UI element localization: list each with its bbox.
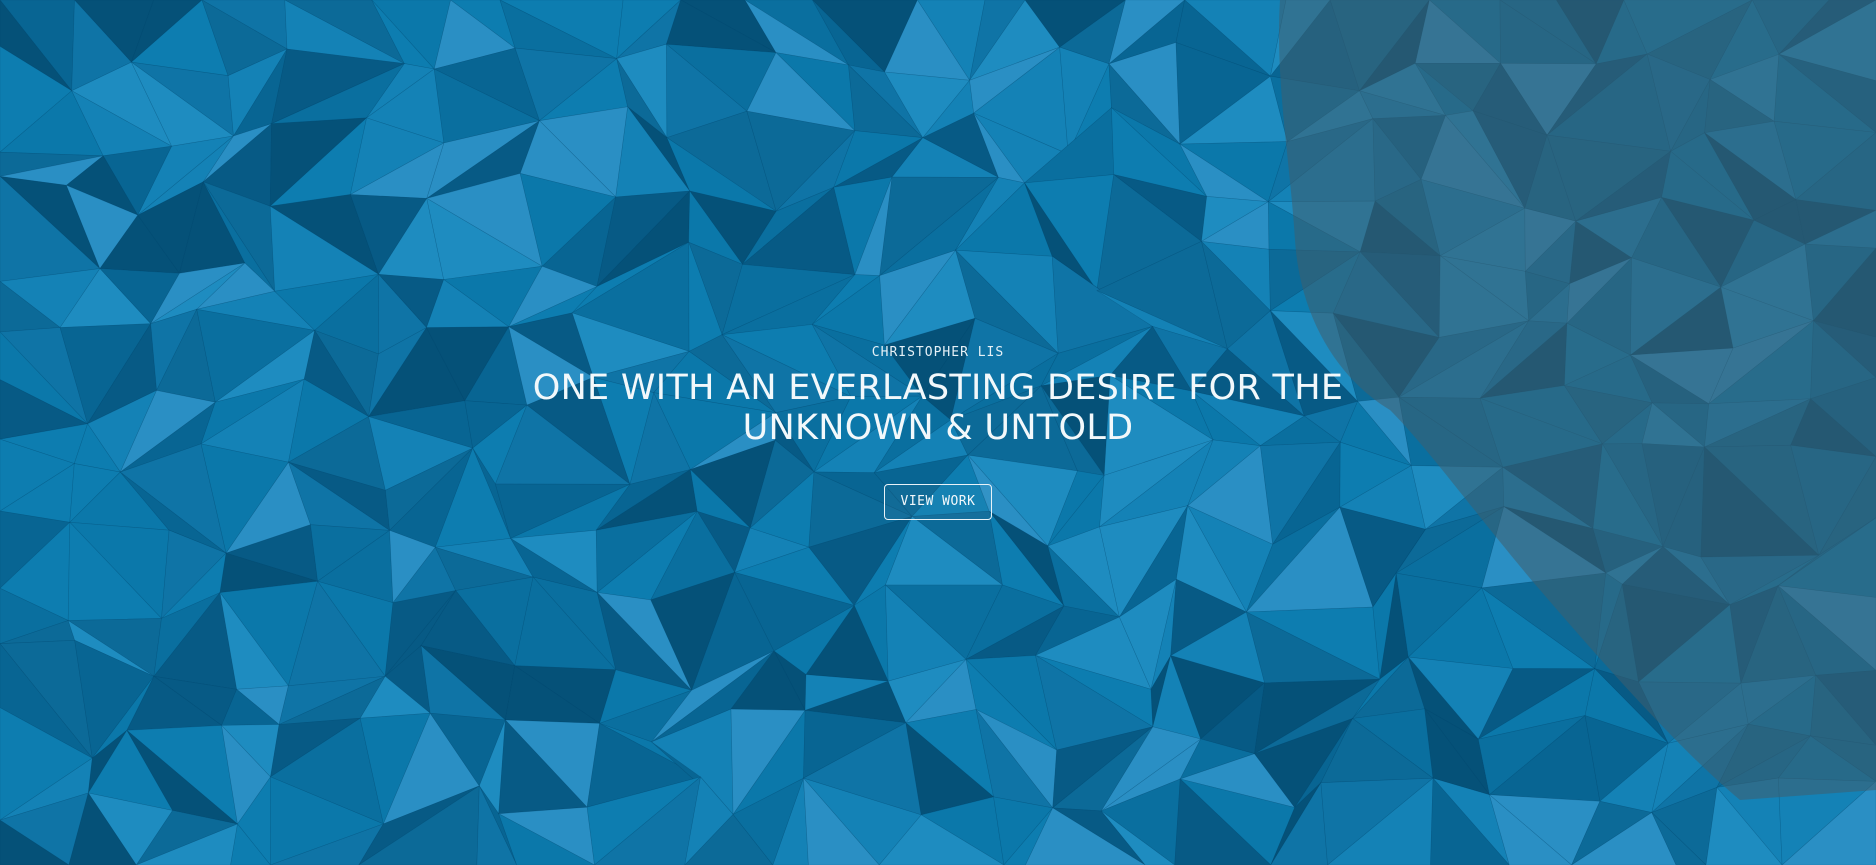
hero-headline: ONE WITH AN EVERLASTING DESIRE FOR THE U…: [532, 368, 1344, 448]
hero-content: CHRISTOPHER LIS ONE WITH AN EVERLASTING …: [0, 344, 1876, 520]
author-name: CHRISTOPHER LIS: [871, 345, 1005, 360]
hero-section: CHRISTOPHER LIS ONE WITH AN EVERLASTING …: [0, 0, 1876, 865]
view-work-button[interactable]: VIEW WORK: [883, 484, 993, 520]
